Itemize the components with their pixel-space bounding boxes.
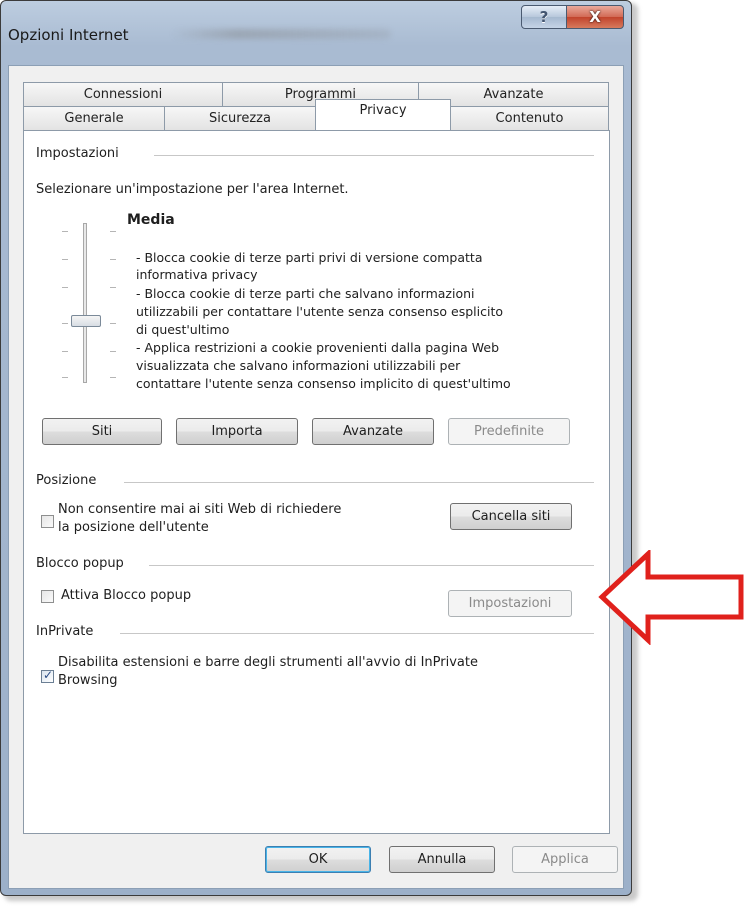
privacy-level-name: Media (127, 212, 175, 228)
tab-generale[interactable]: Generale (23, 106, 165, 130)
slider-tick (110, 351, 116, 352)
close-icon: X (589, 8, 601, 26)
inprivate-group-label: InPrivate (36, 624, 102, 639)
popup-blocker-checkbox[interactable] (41, 590, 54, 603)
location-checkbox-label: la posizione dell'utente (58, 520, 209, 535)
blurred-title-region (171, 29, 391, 39)
group-divider (120, 633, 594, 634)
tab-label: Sicurezza (209, 111, 271, 126)
location-group-label: Posizione (36, 473, 105, 488)
tab-label: Connessioni (83, 87, 163, 102)
popup-group-label: Blocco popup (36, 556, 132, 571)
question-mark-icon: ? (539, 8, 549, 26)
clear-sites-button[interactable]: Cancella siti (450, 503, 572, 530)
slider-tick (110, 323, 116, 324)
description-line: visualizzata che salvano informazioni ut… (136, 358, 461, 373)
slider-tick (110, 377, 116, 378)
inprivate-checkbox[interactable]: ✓ (41, 668, 54, 683)
annotation-arrow-icon (598, 550, 744, 645)
apply-button[interactable]: Applica (512, 846, 618, 873)
arrow-shape (598, 550, 744, 645)
tab-strip: Connessioni Programmi Avanzate Generale … (23, 82, 609, 130)
slider-tick (62, 377, 68, 378)
slider-thumb[interactable] (71, 315, 101, 327)
inprivate-checkbox-label: Browsing (58, 673, 118, 688)
inprivate-checkbox-label: Disabilita estensioni e barre degli stru… (58, 655, 478, 670)
tab-connessioni[interactable]: Connessioni (23, 82, 223, 106)
cancel-button[interactable]: Annulla (389, 846, 495, 873)
sites-button[interactable]: Siti (42, 418, 162, 445)
settings-group-label: Impostazioni (36, 146, 127, 161)
internet-options-dialog: Opzioni Internet ? X Connessioni Program… (0, 0, 632, 896)
group-divider (154, 155, 594, 156)
location-checkbox[interactable] (41, 515, 54, 528)
settings-instruction: Selezionare un'impostazione per l'area I… (36, 182, 349, 197)
tab-privacy[interactable]: Privacy (315, 99, 451, 130)
slider-tick (62, 323, 68, 324)
slider-tick (62, 231, 68, 232)
slider-track[interactable] (83, 223, 87, 383)
slider-tick (62, 259, 68, 260)
tab-sicurezza[interactable]: Sicurezza (164, 106, 316, 130)
checkmark-icon: ✓ (43, 668, 54, 682)
import-button[interactable]: Importa (176, 418, 298, 445)
tab-label: Contenuto (495, 111, 564, 126)
tab-label: Privacy (359, 102, 407, 118)
help-button[interactable]: ? (521, 5, 567, 29)
location-checkbox-label: Non consentire mai ai siti Web di richie… (58, 502, 342, 517)
popup-settings-button[interactable]: Impostazioni (448, 590, 572, 617)
group-divider (149, 565, 594, 566)
slider-tick (110, 287, 116, 288)
slider-tick (62, 351, 68, 352)
tab-label: Generale (64, 111, 124, 126)
tab-label: Avanzate (483, 87, 544, 102)
tab-contenuto[interactable]: Contenuto (450, 106, 609, 130)
description-line: utilizzabili per contattare l'utente sen… (136, 304, 503, 319)
dialog-client-area: Connessioni Programmi Avanzate Generale … (8, 65, 624, 889)
description-line: informativa privacy (136, 267, 258, 282)
popup-blocker-label: Attiva Blocco popup (61, 588, 192, 603)
ok-button[interactable]: OK (265, 846, 371, 873)
group-divider (124, 482, 594, 483)
privacy-tab-page: Impostazioni Selezionare un'impostazione… (23, 130, 610, 834)
description-line: di quest'ultimo (136, 322, 230, 337)
window-title: Opzioni Internet (8, 26, 129, 44)
description-line: - Applica restrizioni a cookie provenien… (136, 340, 500, 355)
advanced-button[interactable]: Avanzate (312, 418, 434, 445)
description-line: - Blocca cookie di terze parti privi di … (136, 250, 483, 265)
description-line: contattare l'utente senza consenso impli… (136, 376, 511, 391)
slider-tick (110, 259, 116, 260)
defaults-button[interactable]: Predefinite (448, 418, 570, 445)
slider-tick (62, 287, 68, 288)
title-bar[interactable]: Opzioni Internet ? X (1, 1, 631, 65)
slider-tick (110, 231, 116, 232)
description-line: - Blocca cookie di terze parti che salva… (136, 286, 475, 301)
close-button[interactable]: X (566, 5, 624, 29)
